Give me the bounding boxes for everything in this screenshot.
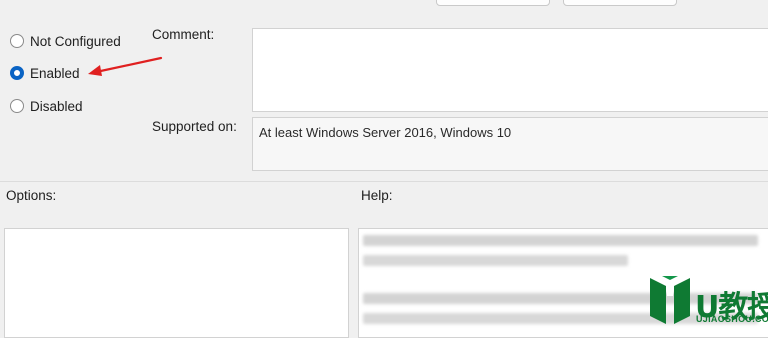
- radio-button[interactable]: [10, 34, 24, 48]
- top-right-dropdown-button[interactable]: [563, 0, 677, 6]
- section-divider: [0, 181, 768, 182]
- comment-textarea[interactable]: [252, 28, 768, 112]
- help-text-line: [363, 255, 628, 266]
- watermark-logo: [650, 276, 690, 324]
- top-left-dropdown-button[interactable]: [436, 0, 550, 6]
- supported-on-field: At least Windows Server 2016, Windows 10: [252, 117, 768, 171]
- radio-not-configured[interactable]: Not Configured: [10, 31, 121, 51]
- radio-label: Enabled: [30, 65, 80, 81]
- comment-label: Comment:: [152, 27, 215, 42]
- arrow-annotation: [88, 56, 163, 76]
- supported-on-label: Supported on:: [152, 119, 237, 134]
- watermark-url: UJIAOSHOU.COM: [696, 314, 768, 324]
- radio-disabled[interactable]: Disabled: [10, 96, 83, 116]
- options-label: Options:: [6, 188, 57, 203]
- radio-button[interactable]: [10, 66, 24, 80]
- help-label: Help:: [361, 188, 393, 203]
- options-panel[interactable]: [4, 228, 349, 338]
- radio-enabled[interactable]: Enabled: [10, 63, 80, 83]
- help-text-line: [363, 235, 758, 246]
- supported-on-value: At least Windows Server 2016, Windows 10: [259, 125, 512, 140]
- radio-label: Disabled: [30, 98, 83, 114]
- radio-label: Not Configured: [30, 33, 121, 49]
- radio-button[interactable]: [10, 99, 24, 113]
